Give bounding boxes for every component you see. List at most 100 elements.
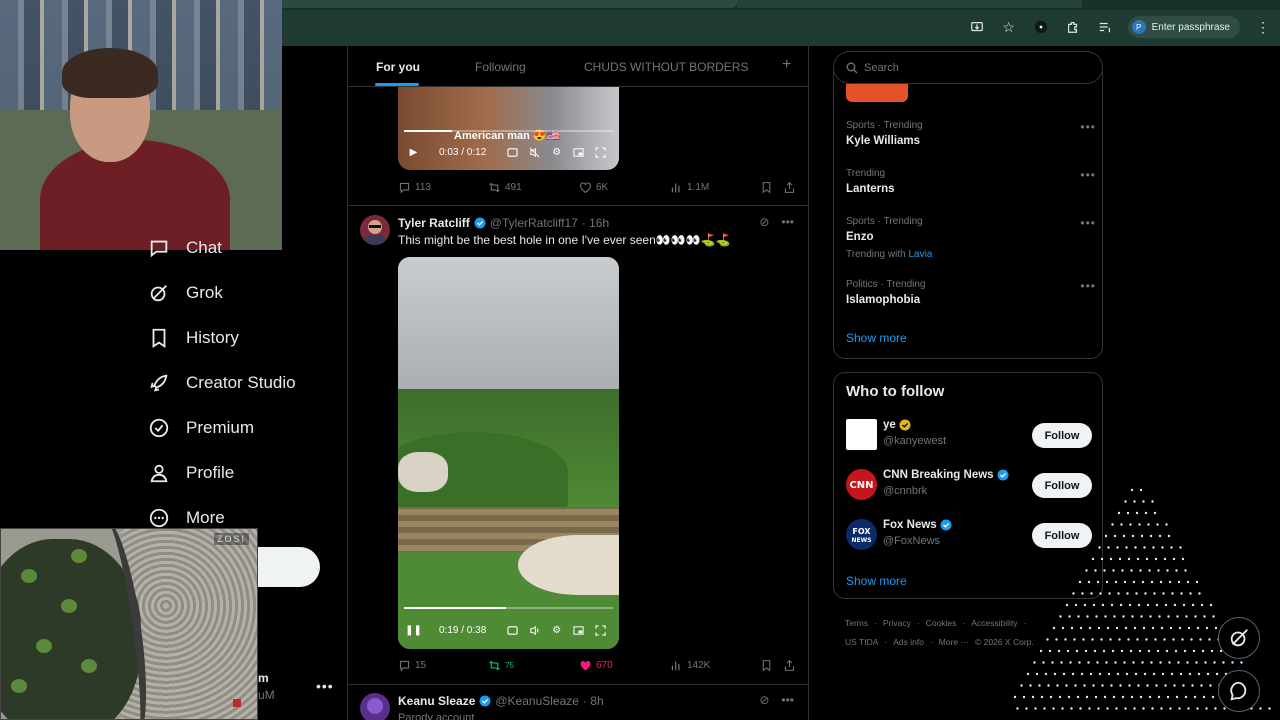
install-app-icon[interactable] [968, 18, 986, 36]
extension-dark-icon[interactable] [1032, 18, 1050, 36]
decorative-dot [1212, 615, 1215, 618]
author-handle[interactable]: @KeanuSleaze [495, 694, 579, 708]
trend-more-icon[interactable]: ••• [1080, 168, 1096, 182]
decorative-dot [1173, 684, 1176, 687]
add-tab-button[interactable]: + [782, 56, 791, 74]
fullscreen-icon[interactable] [595, 147, 606, 158]
captions-icon[interactable] [507, 147, 518, 158]
grok-floating-button[interactable] [1218, 617, 1260, 659]
fullscreen-icon[interactable] [595, 625, 606, 636]
nav-more[interactable]: More [148, 507, 225, 529]
post-time[interactable]: · 16h [582, 216, 609, 230]
share-button[interactable] [783, 659, 796, 672]
nav-chat[interactable]: Chat [148, 237, 222, 259]
decorative-dot [1176, 615, 1179, 618]
author-handle[interactable]: @TylerRatcliff17 [490, 216, 578, 230]
author-name[interactable]: Keanu Sleaze [398, 694, 475, 708]
nav-profile[interactable]: Profile [148, 462, 234, 484]
fox-news-logo-icon[interactable]: FOX NEWS [846, 519, 877, 550]
trend-item[interactable]: Sports · Trending Kyle Williams ••• [846, 120, 1096, 147]
pause-icon[interactable]: ❚❚ [405, 625, 422, 636]
follow-button[interactable]: Follow [1032, 423, 1092, 448]
avatar[interactable] [360, 215, 390, 245]
messages-floating-button[interactable] [1218, 670, 1260, 712]
video-player[interactable]: American man 😍🇺🇸 ▶ 0:03 / 0:12 ⚙ [398, 87, 619, 170]
tab-chuds-without-borders[interactable]: CHUDS WITHOUT BORDERS [584, 60, 748, 74]
views-button[interactable]: 142K [670, 659, 710, 672]
footer-cookies-link[interactable]: Cookies [926, 618, 957, 628]
video-player[interactable]: ❚❚ 0:19 / 0:38 ⚙ [398, 257, 619, 649]
post-actions: 113 491 6K 1.1M [398, 181, 798, 197]
avatar[interactable] [360, 693, 390, 720]
decorative-dot [1169, 707, 1172, 710]
star-bookmark-icon[interactable]: ☆ [1000, 18, 1018, 36]
trend-item[interactable]: Sports · Trending Enzo Trending with Lav… [846, 216, 1096, 260]
browser-tab[interactable] [737, 0, 1082, 8]
browser-menu-icon[interactable]: ⋮ [1254, 18, 1272, 36]
bookmark-post-button[interactable] [760, 659, 773, 672]
bookmark-post-button[interactable] [760, 181, 773, 194]
account-more-button[interactable]: ••• [316, 678, 334, 694]
passphrase-button[interactable]: P Enter passphrase [1127, 16, 1240, 38]
trend-item[interactable]: Trending Lanterns ••• [846, 168, 1096, 195]
decorative-dot [1209, 603, 1213, 607]
trend-more-icon[interactable]: ••• [1080, 279, 1096, 293]
nav-creator-studio[interactable]: Creator Studio [148, 372, 296, 394]
post-time[interactable]: · 8h [583, 694, 604, 708]
decorative-dot [1136, 557, 1140, 561]
tab-for-you[interactable]: For you [376, 60, 420, 74]
like-button[interactable]: 670 [579, 659, 613, 672]
grok-icon[interactable]: ⊘ [759, 215, 769, 229]
trend-item[interactable]: Politics · Trending Islamophobia ••• [846, 279, 1096, 306]
footer-terms-link[interactable]: Terms [845, 618, 868, 628]
footer-us-tida-link[interactable]: US TIDA [845, 637, 878, 647]
decorative-dot [1206, 672, 1210, 676]
share-button[interactable] [783, 181, 796, 194]
video-progress-bar[interactable] [404, 130, 613, 132]
decorative-dot [1125, 672, 1129, 676]
decorative-dot [1149, 615, 1152, 618]
post-button[interactable] [258, 547, 320, 587]
tab-following[interactable]: Following [475, 60, 526, 74]
settings-gear-icon[interactable]: ⚙ [551, 625, 562, 636]
cnn-logo-icon[interactable]: CNN [846, 469, 877, 500]
rocket-icon [150, 374, 168, 392]
captions-icon[interactable] [507, 625, 518, 636]
show-more-trends-link[interactable]: Show more [846, 331, 907, 345]
nav-history[interactable]: History [148, 327, 239, 349]
reply-button[interactable]: 15 [398, 659, 426, 672]
video-progress-bar[interactable] [404, 607, 613, 609]
repost-button[interactable]: 491 [488, 181, 522, 194]
more-options-icon[interactable]: ••• [781, 693, 794, 707]
trend-more-icon[interactable]: ••• [1080, 120, 1096, 134]
extensions-puzzle-icon[interactable] [1064, 18, 1082, 36]
grok-icon[interactable]: ⊘ [759, 693, 769, 707]
decorative-dot [1114, 661, 1117, 664]
trend-more-icon[interactable]: ••• [1080, 216, 1096, 230]
nav-grok[interactable]: Grok [148, 282, 223, 304]
volume-icon[interactable] [529, 625, 540, 636]
follow-suggestion[interactable]: ye @kanyewest Follow [846, 419, 1092, 453]
views-button[interactable]: 1.1M [670, 181, 709, 194]
footer-ads-info-link[interactable]: Ads info [893, 637, 924, 647]
picture-in-picture-icon[interactable] [573, 625, 584, 636]
play-icon[interactable]: ▶ [408, 147, 419, 158]
repost-button[interactable]: 75 [488, 659, 514, 672]
mute-icon[interactable] [529, 147, 540, 158]
picture-in-picture-icon[interactable] [573, 147, 584, 158]
avatar[interactable] [846, 419, 877, 450]
nav-premium[interactable]: Premium [148, 417, 254, 439]
more-options-icon[interactable]: ••• [781, 215, 794, 229]
account-handle: uM [258, 688, 275, 702]
browser-tab-active[interactable] [282, 0, 737, 8]
decorative-dot [1123, 580, 1127, 584]
reading-list-icon[interactable] [1096, 18, 1114, 36]
decorative-dot [1210, 649, 1214, 653]
reply-button[interactable]: 113 [398, 181, 431, 194]
settings-gear-icon[interactable]: ⚙ [551, 147, 562, 158]
author-name[interactable]: Tyler Ratcliff [398, 216, 470, 230]
show-more-follow-link[interactable]: Show more [846, 574, 907, 588]
like-button[interactable]: 6K [579, 181, 608, 194]
footer-privacy-link[interactable]: Privacy [883, 618, 911, 628]
footer-more-link[interactable]: More ··· [939, 637, 969, 647]
